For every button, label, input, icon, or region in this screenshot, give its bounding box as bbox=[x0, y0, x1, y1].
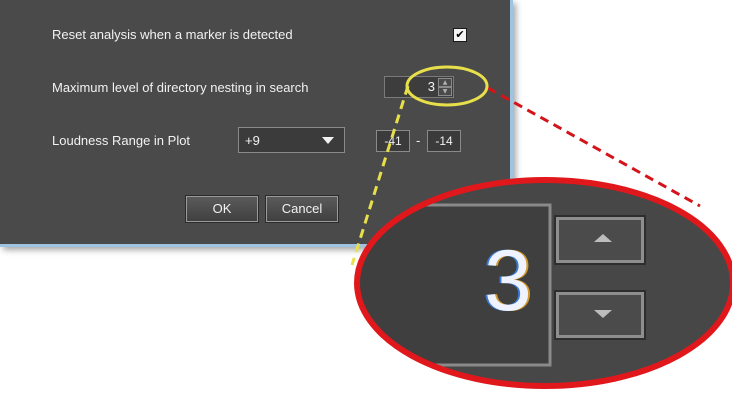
arrow-down-icon bbox=[594, 310, 612, 318]
zoomed-spin-down bbox=[554, 290, 646, 340]
highlight-ellipse bbox=[405, 65, 489, 107]
zoomed-nesting-value: 3 bbox=[484, 233, 532, 329]
arrow-up-icon bbox=[594, 234, 612, 242]
zoomed-spin-up bbox=[554, 215, 646, 265]
